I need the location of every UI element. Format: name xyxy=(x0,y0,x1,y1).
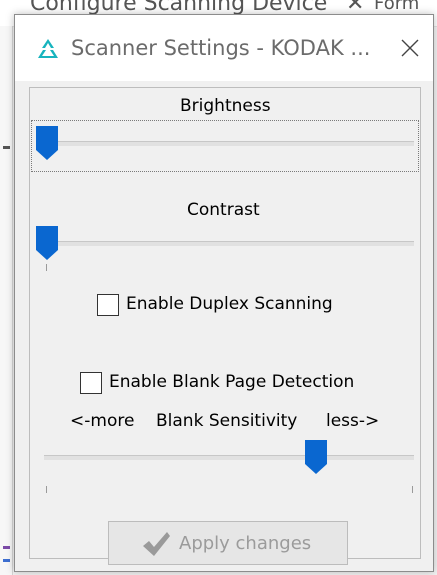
background-left-strip xyxy=(0,26,13,575)
sensitivity-tick-left xyxy=(46,486,47,493)
blank-sensitivity-slider[interactable] xyxy=(44,440,414,493)
sensitivity-tick-right xyxy=(412,486,413,493)
brightness-slider-thumb[interactable] xyxy=(36,126,58,160)
background-mark xyxy=(3,559,10,562)
close-button[interactable] xyxy=(393,31,427,65)
background-mark xyxy=(3,146,10,149)
apply-changes-label: Apply changes xyxy=(179,533,312,554)
scanner-settings-dialog: Scanner Settings - KODAK ... Brightness … xyxy=(14,14,434,572)
contrast-slider-thumb[interactable] xyxy=(36,226,58,260)
sensitivity-label: Blank Sensitivity xyxy=(156,411,298,431)
close-icon xyxy=(401,39,419,57)
dialog-titlebar[interactable]: Scanner Settings - KODAK ... xyxy=(15,15,433,81)
blank-sensitivity-slider-thumb[interactable] xyxy=(305,440,327,474)
blank-sensitivity-track xyxy=(44,455,414,460)
background-mark xyxy=(3,546,10,549)
brightness-label: Brightness xyxy=(180,96,271,116)
scanner-app-icon xyxy=(38,39,58,58)
settings-panel: Brightness Contrast Enable Duplex Scanni… xyxy=(29,87,421,565)
brightness-track xyxy=(36,141,414,146)
blank-detection-checkbox[interactable] xyxy=(80,372,102,394)
dialog-title: Scanner Settings - KODAK ... xyxy=(71,36,371,60)
sensitivity-more-label: <-more xyxy=(70,411,135,431)
checkmark-icon xyxy=(143,532,170,556)
background-window-extra: Form xyxy=(374,0,420,14)
sensitivity-less-label: less-> xyxy=(326,411,380,431)
contrast-tick xyxy=(46,264,47,271)
duplex-label[interactable]: Enable Duplex Scanning xyxy=(126,294,333,314)
duplex-checkbox[interactable] xyxy=(97,294,119,316)
blank-detection-label[interactable]: Enable Blank Page Detection xyxy=(109,372,354,392)
contrast-label: Contrast xyxy=(187,200,260,220)
contrast-track xyxy=(36,241,414,246)
apply-changes-button[interactable]: Apply changes xyxy=(108,521,348,565)
contrast-slider[interactable] xyxy=(36,226,414,271)
brightness-slider[interactable] xyxy=(36,126,414,166)
